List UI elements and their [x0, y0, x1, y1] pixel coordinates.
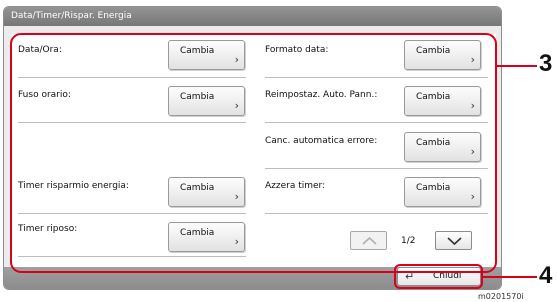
callout-frame-settings: [10, 33, 497, 273]
callout-number-settings: 3: [539, 50, 553, 77]
callout-frame-close: [394, 264, 483, 289]
window-title: Data/Timer/Rispar. Energia: [4, 7, 501, 26]
callout-line-close: [483, 276, 537, 278]
callout-number-close: 4: [539, 262, 553, 289]
figure-code: m0201570i: [478, 292, 524, 301]
callout-line-settings: [497, 65, 537, 67]
